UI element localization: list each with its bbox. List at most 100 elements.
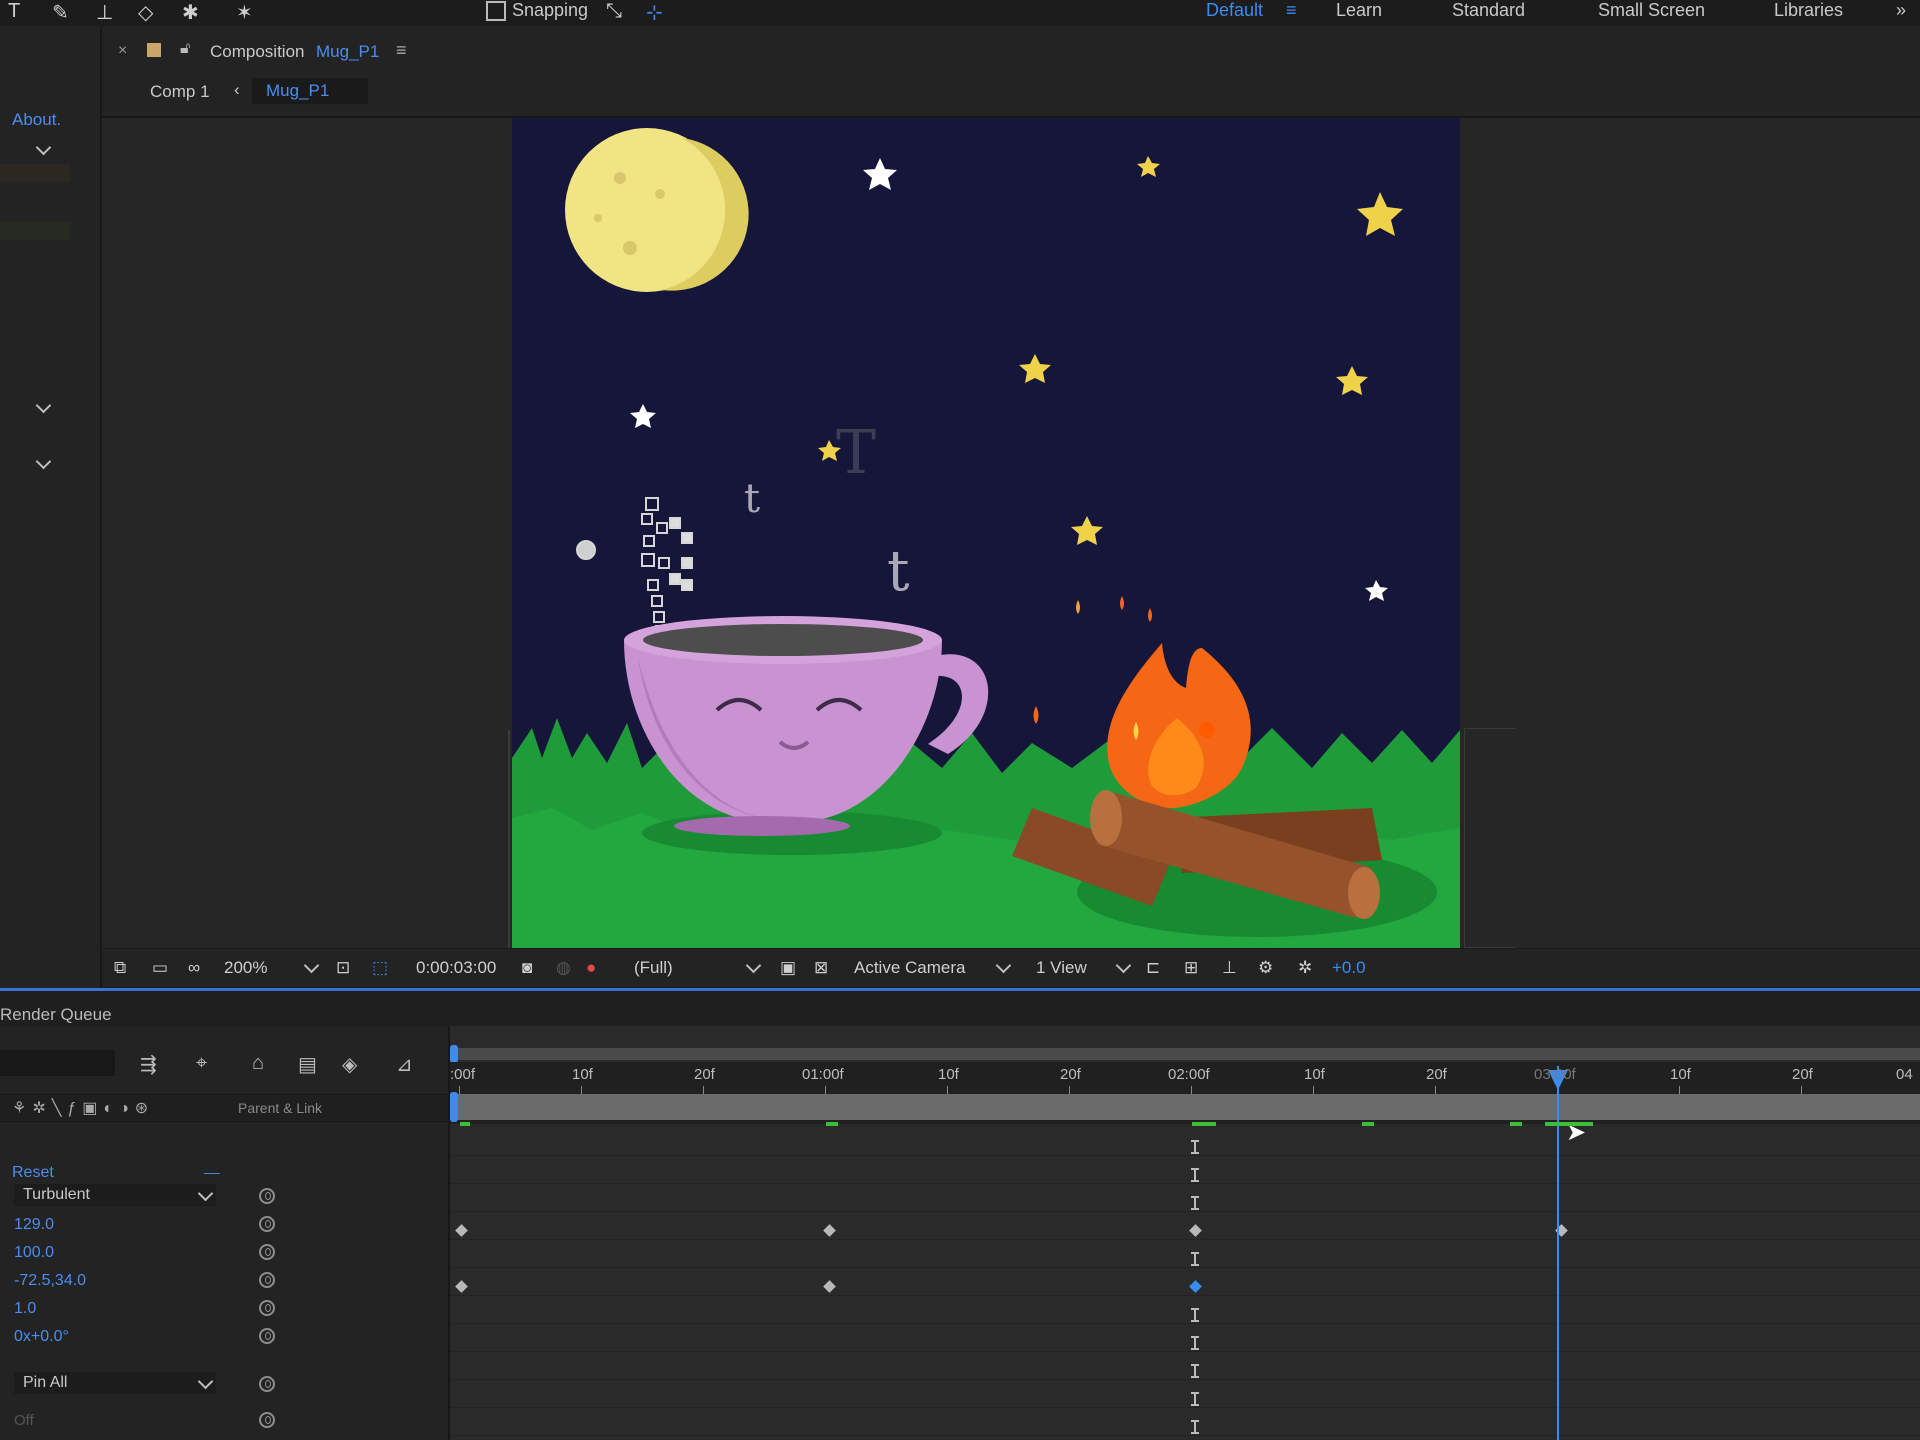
breadcrumb-current-bg[interactable]: Mug_P1: [252, 78, 368, 104]
graph-editor-icon[interactable]: ⊿: [396, 1052, 413, 1077]
hold-keyframe[interactable]: [1191, 1168, 1199, 1182]
flowchart-icon[interactable]: ⊥: [1222, 958, 1237, 978]
snapping-checkbox[interactable]: [486, 1, 506, 21]
chevron-down-icon[interactable]: [1115, 957, 1132, 974]
layer-search-input[interactable]: [0, 1050, 115, 1076]
chevron-down-icon[interactable]: [745, 957, 762, 974]
turbulent-dropdown[interactable]: Turbulent: [14, 1184, 216, 1206]
fit-icon[interactable]: ⊡: [336, 958, 350, 978]
hold-keyframe[interactable]: [1191, 1336, 1199, 1350]
ruler-tick: [1801, 1086, 1802, 1094]
layer-duration-bar[interactable]: [450, 1094, 1920, 1120]
pen-tool-icon[interactable]: ✎: [52, 0, 69, 25]
stopwatch-icon[interactable]: [259, 1188, 275, 1204]
snapshot-camera-icon[interactable]: ◙: [522, 958, 532, 978]
node-icon[interactable]: ⚙: [1258, 958, 1273, 978]
always-preview-icon[interactable]: ⧉: [114, 958, 126, 978]
property-value[interactable]: 100.0: [14, 1244, 54, 1262]
track-row: [450, 1324, 1920, 1352]
ruler-label: 20f: [1426, 1066, 1447, 1083]
stopwatch-icon[interactable]: [259, 1376, 275, 1392]
zoom-dropdown[interactable]: 200%: [224, 958, 267, 978]
composition-mini-flowchart-icon[interactable]: ⇶: [140, 1052, 157, 1077]
hold-keyframe[interactable]: [1191, 1196, 1199, 1210]
clone-stamp-icon[interactable]: ⊥: [96, 0, 113, 25]
pin-all-dropdown[interactable]: Pin All: [14, 1372, 216, 1394]
eraser-tool-icon[interactable]: ◇: [138, 0, 153, 25]
reset-link[interactable]: Reset: [12, 1164, 54, 1182]
workspace-standard[interactable]: Standard: [1452, 0, 1525, 21]
chevron-down-icon[interactable]: [35, 397, 52, 414]
lock-icon[interactable]: 🔓︎: [180, 40, 190, 58]
region-of-interest-icon[interactable]: ⬚: [372, 958, 388, 978]
marker: [1545, 1122, 1593, 1126]
channels-icon[interactable]: ●: [586, 958, 596, 978]
close-tab-icon[interactable]: ×: [118, 42, 127, 60]
composition-canvas[interactable]: T t t: [512, 118, 1460, 948]
work-area-start-handle[interactable]: [450, 1045, 458, 1063]
draft-3d-toggle-icon[interactable]: ⌖: [196, 1052, 207, 1075]
current-time[interactable]: 0:00:03:00: [416, 958, 496, 978]
transparency-grid-icon[interactable]: ⊠: [814, 958, 828, 978]
property-value[interactable]: -72.5,34.0: [14, 1272, 86, 1290]
frame-blending-icon[interactable]: ▤: [298, 1052, 317, 1077]
reset-exposure-icon[interactable]: ✲: [1298, 958, 1312, 978]
stopwatch-icon[interactable]: [259, 1412, 275, 1428]
chevron-down-icon[interactable]: [35, 453, 52, 470]
toggle-pixel-aspect-icon[interactable]: ⊏: [1146, 958, 1160, 978]
stopwatch-icon[interactable]: [259, 1244, 275, 1260]
timeline-track-area[interactable]: ➤: [450, 1026, 1920, 1440]
property-value[interactable]: 129.0: [14, 1216, 54, 1234]
snap-options-icon[interactable]: ⤡: [606, 0, 622, 23]
stopwatch-icon[interactable]: [259, 1272, 275, 1288]
type-tool-icon[interactable]: T: [8, 0, 20, 23]
parent-link-column: Parent & Link: [238, 1100, 323, 1116]
chevron-down-icon[interactable]: [303, 957, 320, 974]
property-value[interactable]: 0x+0.0°: [14, 1328, 69, 1346]
work-area-bar[interactable]: [450, 1048, 1920, 1060]
snap-grid-icon[interactable]: ⊹: [646, 0, 663, 25]
ruler-label: 10f: [938, 1066, 959, 1083]
camera-dropdown[interactable]: Active Camera: [854, 958, 965, 978]
show-snapshot-icon[interactable]: ◍: [556, 958, 571, 978]
chevron-down-icon[interactable]: [995, 957, 1012, 974]
roto-brush-icon[interactable]: ✱: [182, 0, 199, 25]
workspace-menu-icon[interactable]: ≡: [1286, 0, 1297, 21]
more-workspaces-icon[interactable]: »: [1896, 0, 1906, 21]
hold-keyframe[interactable]: [1191, 1140, 1199, 1154]
render-queue-tab[interactable]: Render Queue: [0, 1005, 112, 1025]
property-value[interactable]: 1.0: [14, 1300, 36, 1318]
view-layout-dropdown[interactable]: 1 View: [1036, 958, 1087, 978]
workspace-default[interactable]: Default: [1206, 0, 1263, 21]
composition-tab-name[interactable]: Mug_P1: [316, 42, 379, 62]
fast-previews-icon[interactable]: ▣: [780, 958, 796, 978]
breadcrumb-parent[interactable]: Comp 1: [150, 82, 210, 102]
shy-layers-icon[interactable]: ⌂: [252, 1052, 264, 1075]
hold-keyframe[interactable]: [1191, 1420, 1199, 1434]
ruler-label: 01:00f: [802, 1066, 844, 1083]
composition-tab-label[interactable]: Composition: [210, 42, 305, 62]
hold-keyframe[interactable]: [1191, 1252, 1199, 1266]
draft-3d-icon[interactable]: ⊞: [1184, 958, 1198, 978]
about-link[interactable]: About.: [12, 110, 61, 130]
chevron-down-icon[interactable]: [35, 139, 52, 156]
hold-keyframe[interactable]: [1191, 1392, 1199, 1406]
stopwatch-icon[interactable]: [259, 1300, 275, 1316]
workspace-small-screen[interactable]: Small Screen: [1598, 0, 1705, 21]
ruler-tick: [1313, 1086, 1314, 1094]
resolution-dropdown[interactable]: (Full): [634, 958, 673, 978]
hold-keyframe[interactable]: [1191, 1364, 1199, 1378]
workspace-libraries[interactable]: Libraries: [1774, 0, 1843, 21]
stopwatch-icon[interactable]: [259, 1216, 275, 1232]
puppet-pin-icon[interactable]: ✶: [236, 0, 253, 25]
hold-keyframe[interactable]: [1191, 1308, 1199, 1322]
layer-switches-header: ⚘✲╲ƒ▣◐◑⊛ Parent & Link: [0, 1094, 448, 1122]
monitor-icon[interactable]: ▭: [152, 958, 168, 978]
stopwatch-icon[interactable]: [259, 1328, 275, 1344]
exposure-value[interactable]: +0.0: [1332, 958, 1366, 978]
motion-blur-icon[interactable]: ◈: [342, 1052, 357, 1077]
vr-headset-icon[interactable]: ∞: [188, 958, 200, 978]
panel-menu-icon[interactable]: ≡: [396, 40, 407, 61]
workspace-learn[interactable]: Learn: [1336, 0, 1382, 21]
layer-in-point[interactable]: [450, 1092, 458, 1122]
